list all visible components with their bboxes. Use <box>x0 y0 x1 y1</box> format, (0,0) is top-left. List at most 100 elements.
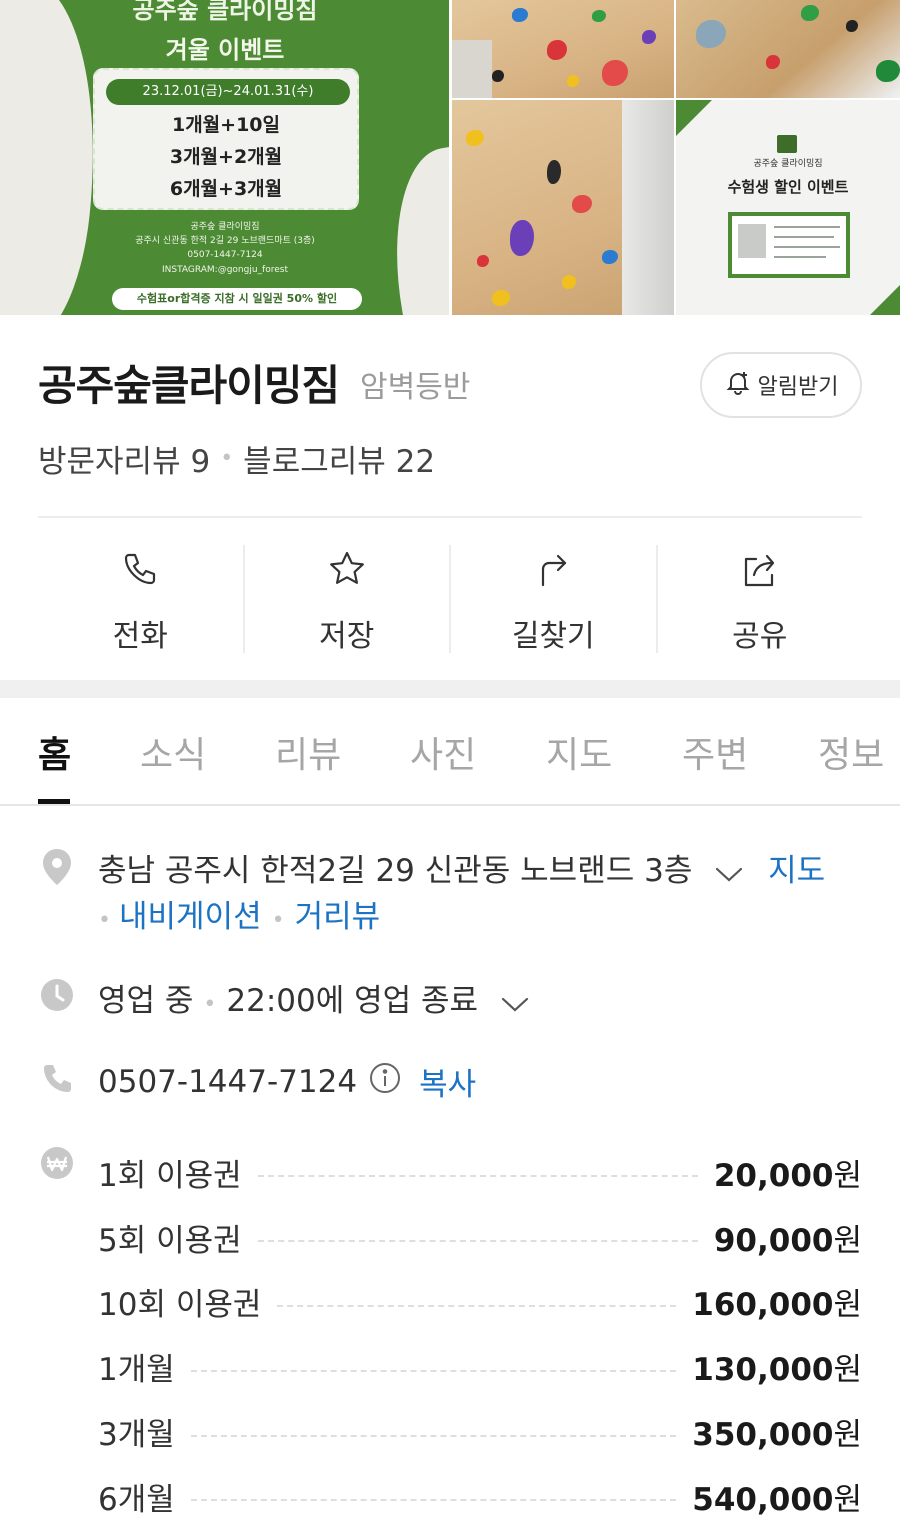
visitor-reviews-link[interactable]: 방문자리뷰 9 <box>38 436 210 481</box>
dotted-leader <box>190 1499 677 1502</box>
dotted-leader <box>257 1175 698 1178</box>
alarm-button[interactable]: 알림받기 <box>700 352 862 418</box>
poster-title-line2: 겨울 이벤트 <box>165 36 285 64</box>
clock-icon <box>40 978 74 1012</box>
climbing-wall-photo[interactable] <box>452 100 674 315</box>
price-row: 6개월 540,000원 <box>98 1464 862 1515</box>
event-title: 수험생 할인 이벤트 <box>727 178 849 196</box>
open-status: 영업 중 <box>98 983 194 1019</box>
location-pin-icon <box>40 847 74 885</box>
photo-banner[interactable]: 공주숲 클라이밍짐 겨울 이벤트 23.12.01(금)~24.01.31(수)… <box>0 0 900 315</box>
price-value: 20,000원 <box>713 1157 862 1194</box>
exam-ticket-illustration <box>728 212 850 278</box>
poster-period: 23.12.01(금)~24.01.31(수) <box>106 79 350 105</box>
share-label: 공유 <box>732 619 788 654</box>
star-icon <box>327 549 367 589</box>
poster-instagram: INSTAGRAM:@gongju_forest <box>162 265 288 275</box>
tab-home[interactable]: 홈 <box>38 726 71 778</box>
poster-deal: 6개월+3개월 <box>169 178 283 200</box>
tab-news[interactable]: 소식 <box>140 726 206 778</box>
price-name: 6개월 <box>98 1481 175 1515</box>
separator-dot: • <box>271 908 285 933</box>
share-button[interactable]: 공유 <box>655 545 863 654</box>
gym-logo-icon <box>777 135 797 153</box>
price-name: 1개월 <box>98 1352 175 1389</box>
tab-info[interactable]: 정보 <box>818 726 884 778</box>
save-button[interactable]: 저장 <box>242 545 450 654</box>
price-row: 1개월 130,000원 <box>98 1334 862 1399</box>
close-time: 22:00에 영업 종료 <box>226 983 479 1019</box>
directions-icon <box>533 549 573 589</box>
chevron-down-icon[interactable] <box>500 985 530 1021</box>
separator-dot: • <box>98 908 111 933</box>
map-link[interactable]: 지도 <box>768 853 825 889</box>
price-value: 160,000원 <box>692 1287 862 1324</box>
price-row: 10회 이용권 160,000원 <box>98 1270 862 1335</box>
active-tab-indicator <box>38 799 70 804</box>
tab-bar: 홈 소식 리뷰 사진 지도 주변 정보 <box>0 698 900 806</box>
tab-photos[interactable]: 사진 <box>410 726 476 778</box>
save-label: 저장 <box>319 619 375 654</box>
review-summary: 방문자리뷰 9 • 블로그리뷰 22 <box>38 436 435 481</box>
price-value: 350,000원 <box>692 1417 862 1454</box>
navigation-link[interactable]: 내비게이션 <box>119 899 262 935</box>
info-icon[interactable] <box>369 1062 401 1102</box>
place-category: 암벽등반 <box>360 370 471 405</box>
climbing-wall-photo[interactable] <box>452 0 674 98</box>
price-row: 5회 이용권 90,000원 <box>98 1205 862 1270</box>
poster-discount: 수험표or합격증 지참 시 일일권 50% 할인 (~12.30) <box>112 288 362 315</box>
tab-nearby[interactable]: 주변 <box>682 726 748 778</box>
poster-title-line1: 공주숲 클라이밍짐 <box>132 0 318 24</box>
alarm-label: 알림받기 <box>757 375 839 400</box>
call-label: 전화 <box>112 619 168 654</box>
dotted-leader <box>190 1369 677 1372</box>
poster-deal: 1개월+10일 <box>171 114 281 136</box>
phone-number[interactable]: 0507-1447-7124 <box>98 1064 357 1100</box>
dotted-leader <box>190 1434 677 1437</box>
poster-deal-box: 23.12.01(금)~24.01.31(수) 1개월+10일 3개월+2개월 … <box>93 68 359 210</box>
climbing-wall-photo[interactable] <box>676 0 900 98</box>
poster-gym-name: 공주숲 클라이밍짐 <box>190 222 260 232</box>
address-text: 충남 공주시 한적2길 29 신관동 노브랜드 3층 <box>98 853 693 889</box>
address-links: • 내비게이션 • 거리뷰 <box>98 891 380 936</box>
price-name: 5회 이용권 <box>98 1222 242 1259</box>
separator-dot: • <box>203 992 217 1017</box>
price-value: 90,000원 <box>713 1222 862 1259</box>
chevron-down-icon[interactable] <box>714 855 744 891</box>
directions-label: 길찾기 <box>511 619 595 654</box>
phone-icon <box>120 549 160 589</box>
separator-dot: • <box>220 446 234 471</box>
place-title: 공주숲클라이밍짐 <box>38 361 340 410</box>
action-bar: 전화 저장 길찾기 공유 <box>38 545 863 654</box>
copy-button[interactable]: 복사 <box>419 1059 476 1104</box>
poster-rock-decoration-right <box>375 143 449 315</box>
price-value: 540,000원 <box>692 1481 862 1515</box>
street-view-link[interactable]: 거리뷰 <box>295 899 381 935</box>
dotted-leader <box>257 1240 698 1243</box>
tab-reviews[interactable]: 리뷰 <box>275 726 341 778</box>
hours-row[interactable]: 영업 중 • 22:00에 영업 종료 <box>98 975 530 1021</box>
price-name: 3개월 <box>98 1417 175 1454</box>
student-event-image[interactable]: 공주숲 클라이밍짐 수험생 할인 이벤트 <box>676 100 900 315</box>
dotted-leader <box>277 1304 677 1307</box>
price-row: 3개월 350,000원 <box>98 1399 862 1464</box>
call-button[interactable]: 전화 <box>38 545 243 654</box>
tab-map[interactable]: 지도 <box>546 726 612 778</box>
bell-plus-icon <box>724 368 752 402</box>
event-subtitle: 공주숲 클라이밍짐 <box>753 159 823 169</box>
directions-button[interactable]: 길찾기 <box>449 545 656 654</box>
blog-reviews-link[interactable]: 블로그리뷰 22 <box>243 436 435 481</box>
poster-phone: 0507-1447-7124 <box>187 250 263 260</box>
price-name: 10회 이용권 <box>98 1287 262 1324</box>
poster-address: 공주시 신관동 한적 2길 29 노브랜드마트 (3층) <box>135 236 315 246</box>
phone-icon <box>40 1062 74 1096</box>
header-divider <box>38 516 862 518</box>
price-list: 1회 이용권 20,000원 5회 이용권 90,000원 10회 이용권 16… <box>98 1140 862 1515</box>
phone-row: 0507-1447-7124 복사 <box>98 1059 476 1104</box>
won-currency-icon <box>40 1146 74 1180</box>
share-icon <box>740 549 780 589</box>
price-name: 1회 이용권 <box>98 1157 242 1194</box>
poster-deal: 3개월+2개월 <box>169 146 283 168</box>
price-row: 1회 이용권 20,000원 <box>98 1140 862 1205</box>
event-poster-image[interactable]: 공주숲 클라이밍짐 겨울 이벤트 23.12.01(금)~24.01.31(수)… <box>0 0 449 315</box>
